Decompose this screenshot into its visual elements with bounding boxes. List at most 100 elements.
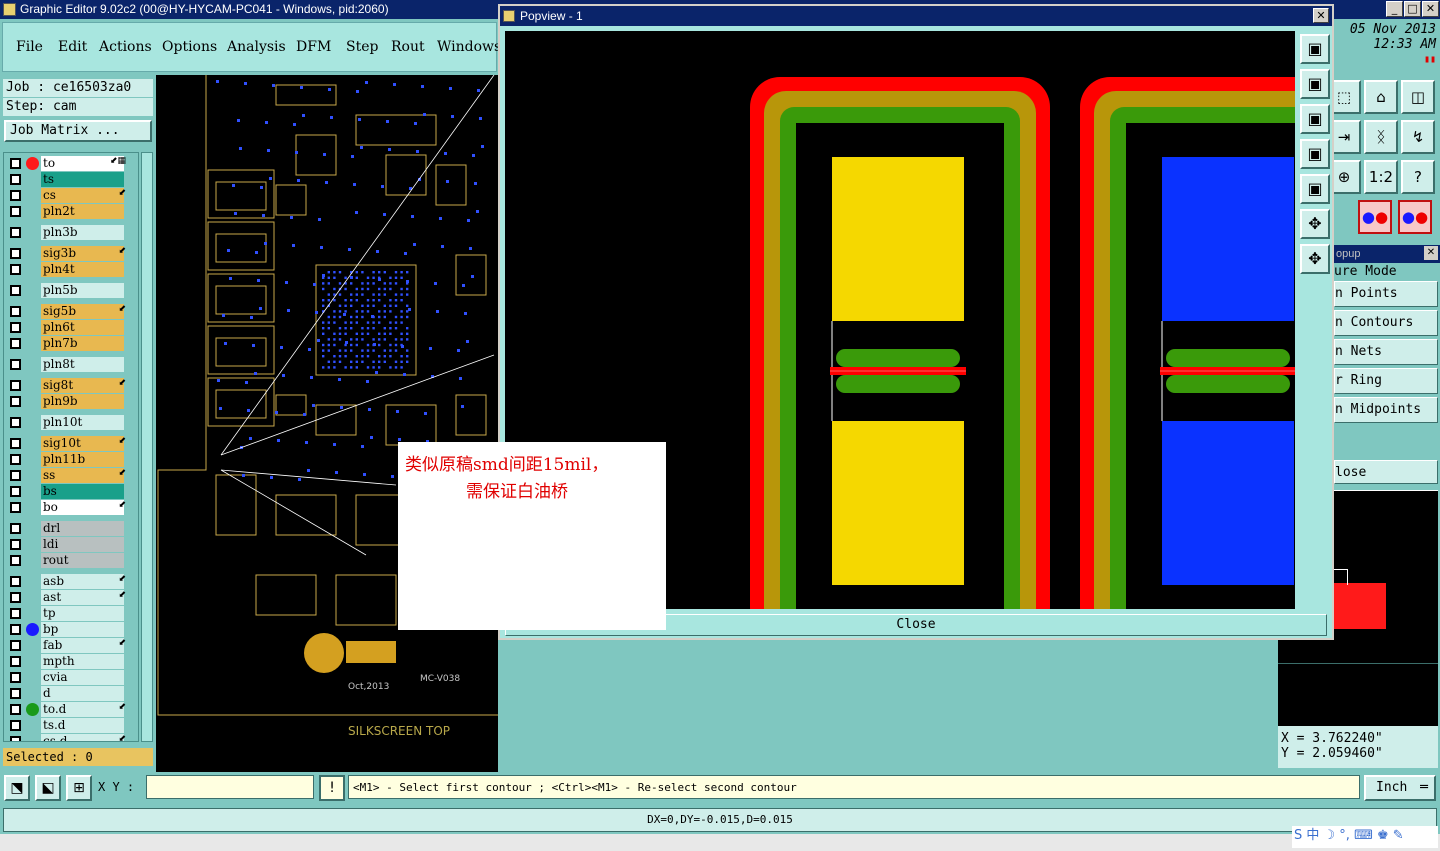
layer-name[interactable]: cs.d	[41, 734, 124, 741]
layer-toggle-icon[interactable]: ●●	[1398, 200, 1432, 234]
menu-windows[interactable]: Windows	[437, 39, 501, 55]
layer-row[interactable]: sig10t ⬋	[4, 436, 128, 451]
popup-menu-item[interactable]: r Ring	[1334, 368, 1438, 394]
layer-checkbox[interactable]	[10, 380, 21, 391]
menu-analysis[interactable]: Analysis	[227, 39, 286, 55]
tool-icon[interactable]: ⌂	[1364, 80, 1398, 114]
layer-name[interactable]: pln6t	[41, 320, 124, 335]
layer-name[interactable]: bo	[41, 500, 124, 515]
layer-row[interactable]: sig5b ⬋	[4, 304, 128, 319]
layer-name[interactable]: ts.d	[41, 718, 124, 733]
layer-row[interactable]: bp	[4, 622, 128, 637]
layer-name[interactable]: cs	[41, 188, 124, 203]
layer-checkbox[interactable]	[10, 720, 21, 731]
layer-checkbox[interactable]	[10, 396, 21, 407]
layer-name[interactable]: sig8t	[41, 378, 124, 393]
layer-name[interactable]: drl	[41, 521, 124, 536]
layer-row[interactable]: pln3b	[4, 225, 128, 240]
layer-checkbox[interactable]	[10, 338, 21, 349]
snap-grid-icon[interactable]: ⊞	[66, 775, 92, 801]
layer-checkbox[interactable]	[10, 438, 21, 449]
layer-checkbox[interactable]	[10, 322, 21, 333]
layer-checkbox[interactable]	[10, 264, 21, 275]
layer-checkbox[interactable]	[10, 704, 21, 715]
layer-name[interactable]: asb	[41, 574, 124, 589]
layer-name[interactable]: to.d	[41, 702, 124, 717]
close-button[interactable]: ✕	[1422, 1, 1439, 17]
layer-row[interactable]: ts	[4, 172, 128, 187]
popup-close-button[interactable]: lose	[1334, 460, 1438, 484]
layer-row[interactable]: mpth	[4, 654, 128, 669]
maximize-button[interactable]: □	[1404, 1, 1421, 17]
layer-row[interactable]: ldi	[4, 537, 128, 552]
layer-name[interactable]: sig3b	[41, 246, 124, 261]
layer-list-scrollbar[interactable]	[141, 152, 153, 742]
layer-checkbox[interactable]	[10, 206, 21, 217]
menu-actions[interactable]: Actions	[99, 39, 152, 55]
layer-name[interactable]: bs	[41, 484, 124, 499]
layer-checkbox[interactable]	[10, 158, 21, 169]
layer-row[interactable]: fab ⬋	[4, 638, 128, 653]
layer-row[interactable]: pln2t	[4, 204, 128, 219]
layer-name[interactable]: mpth	[41, 654, 124, 669]
xy-input[interactable]	[146, 775, 314, 799]
layer-checkbox[interactable]	[10, 592, 21, 603]
popup-close-icon[interactable]: ✕	[1424, 246, 1438, 260]
layer-name[interactable]: tp	[41, 606, 124, 621]
layer-name[interactable]: pln9b	[41, 394, 124, 409]
layer-checkbox[interactable]	[10, 656, 21, 667]
tool-icon[interactable]: 1:2	[1364, 160, 1398, 194]
layer-name[interactable]: bp	[41, 622, 124, 637]
layer-name[interactable]: d	[41, 686, 124, 701]
popview-tool-icon[interactable]: ✥	[1300, 209, 1330, 239]
layer-row[interactable]: cvia	[4, 670, 128, 685]
layer-checkbox[interactable]	[10, 672, 21, 683]
layer-checkbox[interactable]	[10, 454, 21, 465]
layer-name[interactable]: pln7b	[41, 336, 124, 351]
layer-checkbox[interactable]	[10, 502, 21, 513]
popup-menu-item[interactable]: n Contours	[1334, 310, 1438, 336]
layer-name[interactable]: pln10t	[41, 415, 124, 430]
layer-row[interactable]: pln6t	[4, 320, 128, 335]
layer-name[interactable]: ast	[41, 590, 124, 605]
layer-checkbox[interactable]	[10, 523, 21, 534]
layer-row[interactable]: ss ⬋	[4, 468, 128, 483]
graphic-canvas[interactable]: MC-V038 Oct,2013	[156, 75, 498, 772]
layer-row[interactable]: cs ⬋	[4, 188, 128, 203]
layer-name[interactable]: rout	[41, 553, 124, 568]
layer-row[interactable]: to.d ⬋	[4, 702, 128, 717]
popview-close-icon[interactable]: ✕	[1313, 8, 1329, 23]
layer-row[interactable]: pln8t	[4, 357, 128, 372]
layer-name[interactable]: pln5b	[41, 283, 124, 298]
layer-row[interactable]: to ⬋▦	[4, 156, 128, 171]
layer-row[interactable]: asb ⬋	[4, 574, 128, 589]
layer-checkbox[interactable]	[10, 359, 21, 370]
popup-menu-item[interactable]: n Nets	[1334, 339, 1438, 365]
menu-options[interactable]: Options	[162, 39, 217, 55]
menu-edit[interactable]: Edit	[58, 39, 87, 55]
tool-icon[interactable]: ↯	[1401, 120, 1435, 154]
layer-checkbox[interactable]	[10, 306, 21, 317]
popview-tool-icon[interactable]: ▣	[1300, 139, 1330, 169]
ime-toolbar[interactable]: S 中 ☽ °, ⌨ ♚ ✎	[1292, 826, 1438, 848]
layer-name[interactable]: ss	[41, 468, 124, 483]
popview-tool-icon[interactable]: ▣	[1300, 174, 1330, 204]
layer-name[interactable]: pln11b	[41, 452, 124, 467]
tool-icon[interactable]: ᛝ	[1364, 120, 1398, 154]
layer-row[interactable]: ts.d	[4, 718, 128, 733]
popview-tool-icon[interactable]: ✥	[1300, 244, 1330, 274]
layer-row[interactable]: pln5b	[4, 283, 128, 298]
menu-dfm[interactable]: DFM	[296, 39, 331, 55]
layer-toggle-icon[interactable]: ●●	[1358, 200, 1392, 234]
tool-icon[interactable]: ◫	[1401, 80, 1435, 114]
measure-icon[interactable]: ⬕	[35, 775, 61, 801]
layer-row[interactable]: drl	[4, 521, 128, 536]
layer-name[interactable]: pln2t	[41, 204, 124, 219]
layer-row[interactable]: ast ⬋	[4, 590, 128, 605]
layer-checkbox[interactable]	[10, 174, 21, 185]
layer-row[interactable]: pln9b	[4, 394, 128, 409]
layer-checkbox[interactable]	[10, 539, 21, 550]
layer-checkbox[interactable]	[10, 190, 21, 201]
popup-menu-item[interactable]: n Midpoints	[1334, 397, 1438, 423]
job-matrix-button[interactable]: Job Matrix ...	[4, 120, 152, 142]
